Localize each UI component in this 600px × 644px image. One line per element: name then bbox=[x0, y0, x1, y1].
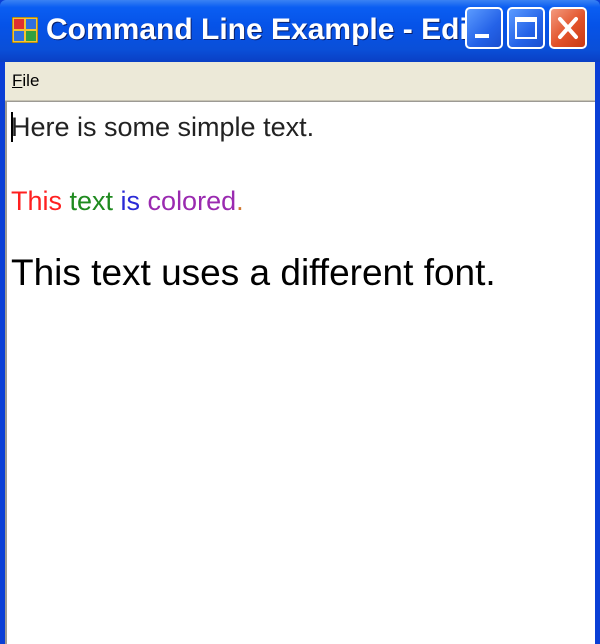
rich-text-editor[interactable]: Here is some simple text. This text is c… bbox=[5, 101, 595, 644]
different-font-line: This text uses a different font. bbox=[11, 252, 496, 293]
minimize-icon bbox=[475, 34, 489, 38]
colored-word-1: This bbox=[11, 186, 70, 216]
simple-text-line: Here is some simple text. bbox=[11, 112, 315, 142]
application-window: Command Line Example - Edit... File Here… bbox=[0, 0, 600, 644]
close-button[interactable] bbox=[549, 7, 587, 49]
colored-text-line: This text is colored. bbox=[11, 186, 244, 217]
menu-item-file-label: ile bbox=[22, 71, 40, 90]
minimize-button[interactable] bbox=[465, 7, 503, 49]
menu-bar: File bbox=[5, 62, 595, 101]
window-right-border bbox=[595, 62, 600, 644]
maximize-icon bbox=[515, 17, 537, 39]
menu-item-file-accelerator: F bbox=[12, 71, 23, 90]
colored-word-2: text bbox=[69, 186, 121, 216]
colored-word-3: is bbox=[120, 186, 148, 216]
menu-item-file[interactable]: File bbox=[12, 71, 39, 91]
window-title: Command Line Example - Edit... bbox=[46, 13, 503, 46]
colored-word-5: . bbox=[236, 186, 244, 216]
colored-word-4: colored bbox=[147, 186, 237, 216]
title-bar[interactable]: Command Line Example - Edit... bbox=[0, 0, 600, 62]
app-window-icon[interactable] bbox=[11, 16, 39, 44]
close-icon bbox=[558, 17, 578, 39]
maximize-button[interactable] bbox=[507, 7, 545, 49]
